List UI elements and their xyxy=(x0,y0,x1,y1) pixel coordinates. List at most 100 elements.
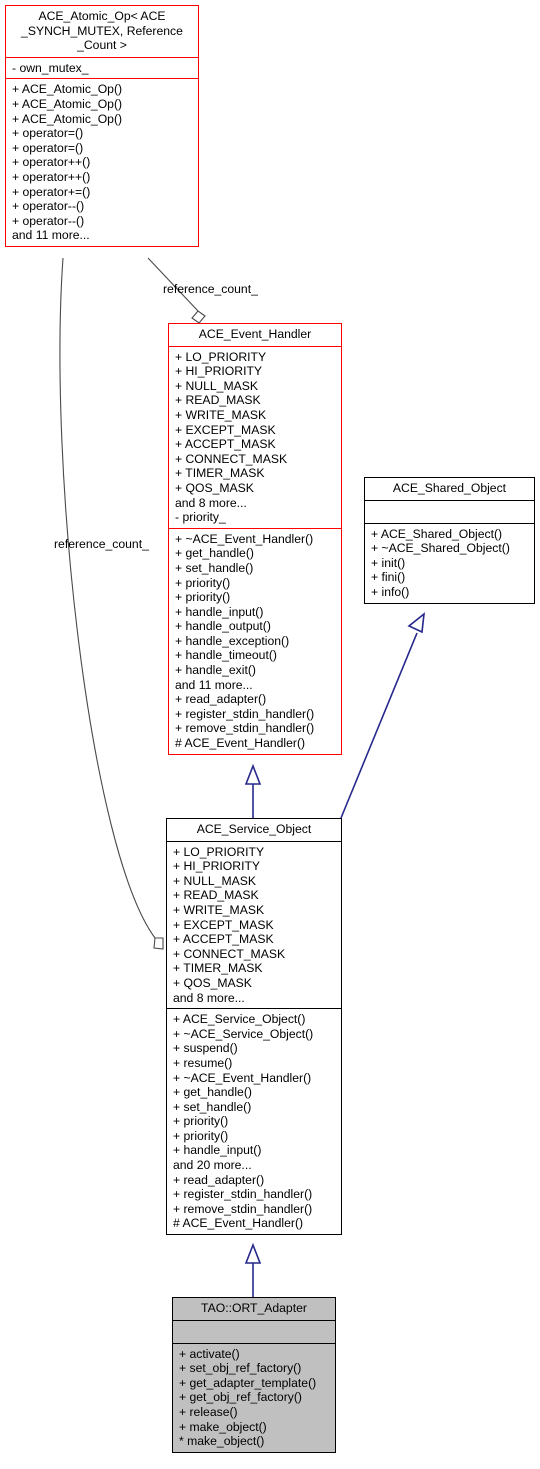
class-operations-ace-shared-object: + ACE_Shared_Object() + ~ACE_Shared_Obje… xyxy=(365,524,534,603)
class-operation: + set_obj_ref_factory() xyxy=(179,1361,302,1376)
class-operation: + handle_output() xyxy=(175,619,271,634)
class-attribute: + CONNECT_MASK xyxy=(173,946,286,961)
class-operation: + operator--() xyxy=(12,213,85,228)
class-title-ace-event-handler: ACE_Event_Handler xyxy=(198,327,312,341)
class-node-tao-ort-adapter[interactable]: TAO::ORT_Adapter + activate() + set_obj_… xyxy=(172,1297,336,1453)
class-attribute: + ACCEPT_MASK xyxy=(175,437,276,452)
class-operation: + suspend() xyxy=(173,1041,238,1056)
class-operation: + operator=() xyxy=(12,140,84,155)
class-operation: # ACE_Event_Handler() xyxy=(173,1216,304,1231)
class-operation-more: and 11 more... xyxy=(12,228,90,243)
class-attribute: + HI_PRIORITY xyxy=(173,859,261,874)
class-attribute-more: and 8 more... xyxy=(175,495,247,510)
class-operation: + set_handle() xyxy=(173,1099,252,1114)
class-operation: + ACE_Atomic_Op() xyxy=(12,111,123,126)
class-attribute: + LO_PRIORITY xyxy=(175,349,267,364)
class-title-ace-atomic-op: ACE_Atomic_Op< ACE _SYNCH_MUTEX, Referen… xyxy=(21,9,183,53)
class-operation: + get_handle() xyxy=(173,1085,252,1100)
class-operation: + operator++() xyxy=(12,169,91,184)
class-operation: + ~ACE_Event_Handler() xyxy=(175,531,314,546)
class-attribute: + READ_MASK xyxy=(175,393,261,408)
edge-ort-adapter-to-service-object xyxy=(244,1242,262,1297)
class-attribute: + QOS_MASK xyxy=(173,975,252,990)
class-operation: + priority() xyxy=(173,1114,229,1129)
class-operation: + handle_input() xyxy=(173,1143,262,1158)
class-operation: + ~ACE_Shared_Object() xyxy=(371,541,510,556)
class-operation: + handle_timeout() xyxy=(175,648,277,663)
class-node-ace-shared-object[interactable]: ACE_Shared_Object + ACE_Shared_Object() … xyxy=(364,477,535,604)
class-operation: + make_object() xyxy=(179,1419,267,1434)
class-operation: + operator+=() xyxy=(12,184,91,199)
class-node-ace-service-object[interactable]: ACE_Service_Object + LO_PRIORITY + HI_PR… xyxy=(166,818,342,1236)
class-attribute: + LO_PRIORITY xyxy=(173,844,265,859)
class-operation: + ~ACE_Service_Object() xyxy=(173,1026,314,1041)
class-attribute: - own_mutex_ xyxy=(12,60,89,75)
class-attribute: + TIMER_MASK xyxy=(175,466,265,481)
class-operation: * make_object() xyxy=(179,1434,265,1449)
class-operation: + read_adapter() xyxy=(173,1172,265,1187)
class-attribute: + TIMER_MASK xyxy=(173,961,263,976)
class-operation: + operator--() xyxy=(12,199,85,214)
class-operation: + ~ACE_Event_Handler() xyxy=(173,1070,312,1085)
edge-service-object-to-shared-object xyxy=(340,612,426,819)
edge-atomic-op-to-service-object xyxy=(59,257,164,950)
class-attributes-ace-atomic-op: - own_mutex_ xyxy=(6,58,198,79)
class-attributes-tao-ort-adapter xyxy=(173,1321,335,1343)
class-title-ace-shared-object: ACE_Shared_Object xyxy=(392,481,507,495)
uml-class-diagram: ACE_Atomic_Op< ACE _SYNCH_MUTEX, Referen… xyxy=(0,0,540,1469)
class-operation: + ACE_Service_Object() xyxy=(173,1012,306,1027)
class-title-ace-service-object: ACE_Service_Object xyxy=(196,822,312,836)
class-operation: + get_adapter_template() xyxy=(179,1375,317,1390)
class-operation: + get_obj_ref_factory() xyxy=(179,1390,302,1405)
class-attributes-ace-event-handler: + LO_PRIORITY + HI_PRIORITY + NULL_MASK … xyxy=(169,347,341,528)
class-attribute: + EXCEPT_MASK xyxy=(175,422,276,437)
class-operation: + priority() xyxy=(175,575,231,590)
class-operation: + remove_stdin_handler() xyxy=(175,721,315,736)
class-operation: # ACE_Event_Handler() xyxy=(175,736,306,751)
class-attribute: + WRITE_MASK xyxy=(175,407,267,422)
class-attribute: + READ_MASK xyxy=(173,888,259,903)
class-attributes-ace-shared-object xyxy=(365,501,534,523)
class-operation: + priority() xyxy=(175,590,231,605)
class-operation-more: and 20 more... xyxy=(173,1158,252,1173)
edge-service-object-to-event-handler xyxy=(244,763,262,818)
class-node-ace-atomic-op[interactable]: ACE_Atomic_Op< ACE _SYNCH_MUTEX, Referen… xyxy=(5,5,199,247)
edge-label-reference-count-upper: reference_count_ xyxy=(163,282,258,296)
class-operation: + set_handle() xyxy=(175,560,254,575)
class-operation: + release() xyxy=(179,1404,238,1419)
class-operation: + register_stdin_handler() xyxy=(173,1187,313,1202)
class-operation: + operator++() xyxy=(12,155,91,170)
class-attribute: + NULL_MASK xyxy=(173,873,256,888)
class-attribute: + NULL_MASK xyxy=(175,378,258,393)
class-operation: + remove_stdin_handler() xyxy=(173,1201,313,1216)
edge-label-reference-count-lower: reference_count_ xyxy=(54,537,149,551)
class-title-tao-ort-adapter: TAO::ORT_Adapter xyxy=(201,1301,307,1315)
class-operation: + activate() xyxy=(179,1346,240,1361)
class-attribute: + CONNECT_MASK xyxy=(175,451,288,466)
class-operation: + init() xyxy=(371,555,406,570)
class-node-ace-event-handler[interactable]: ACE_Event_Handler + LO_PRIORITY + HI_PRI… xyxy=(168,323,342,755)
class-attributes-ace-service-object: + LO_PRIORITY + HI_PRIORITY + NULL_MASK … xyxy=(167,842,341,1009)
class-operation: + priority() xyxy=(173,1128,229,1143)
class-operation: + ACE_Atomic_Op() xyxy=(12,82,123,97)
class-attribute-more: and 8 more... xyxy=(173,990,245,1005)
class-operations-ace-service-object: + ACE_Service_Object() + ~ACE_Service_Ob… xyxy=(167,1009,341,1234)
class-operation: + resume() xyxy=(173,1055,233,1070)
class-operation: + info() xyxy=(371,584,410,599)
class-operations-ace-atomic-op: + ACE_Atomic_Op() + ACE_Atomic_Op() + AC… xyxy=(6,79,198,246)
class-attribute: + QOS_MASK xyxy=(175,480,254,495)
class-operations-ace-event-handler: + ~ACE_Event_Handler() + get_handle() + … xyxy=(169,529,341,754)
class-operation: + register_stdin_handler() xyxy=(175,706,315,721)
class-operation: + read_adapter() xyxy=(175,692,267,707)
class-operation: + ACE_Shared_Object() xyxy=(371,526,503,541)
class-operation: + handle_exception() xyxy=(175,633,290,648)
class-attribute: - priority_ xyxy=(175,510,226,525)
class-operation: + handle_exit() xyxy=(175,663,256,678)
class-attribute: + ACCEPT_MASK xyxy=(173,932,274,947)
class-operations-tao-ort-adapter: + activate() + set_obj_ref_factory() + g… xyxy=(173,1344,335,1452)
class-operation: + ACE_Atomic_Op() xyxy=(12,96,123,111)
class-operation: + handle_input() xyxy=(175,604,264,619)
class-operation: + operator=() xyxy=(12,126,84,141)
class-operation: + fini() xyxy=(371,570,406,585)
class-attribute: + WRITE_MASK xyxy=(173,902,265,917)
